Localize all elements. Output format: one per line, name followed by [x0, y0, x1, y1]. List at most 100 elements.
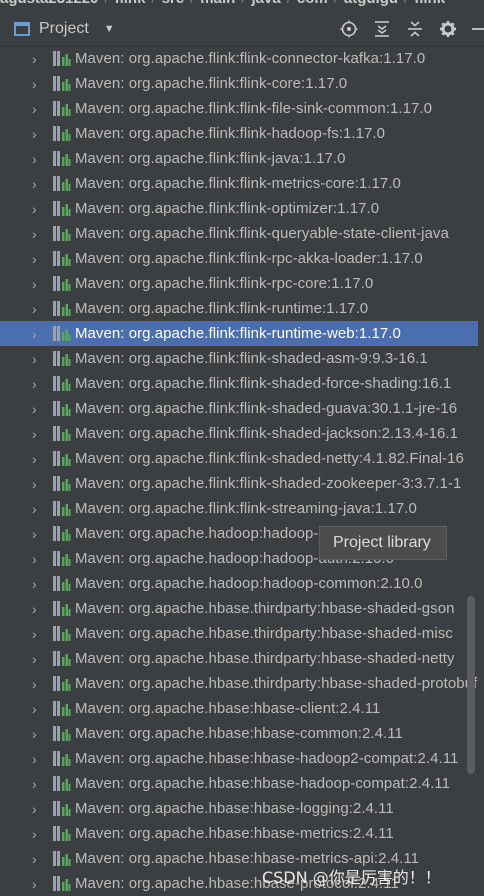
tree-item-label: Maven: org.apache.flink:flink-queryable-…: [75, 225, 449, 242]
tree-item[interactable]: › Maven: org.apache.hbase:hbase-hadoop-co…: [0, 771, 478, 796]
library-icon: [52, 425, 71, 442]
chevron-right-icon[interactable]: ›: [32, 776, 40, 792]
breadcrumb-segment[interactable]: agusta231220: [0, 0, 98, 6]
library-icon: [52, 75, 71, 92]
breadcrumb-separator: /: [190, 0, 194, 6]
chevron-right-icon[interactable]: ›: [32, 351, 40, 367]
tree-item[interactable]: › Maven: org.apache.hbase:hbase-logging:2…: [0, 796, 478, 821]
chevron-right-icon[interactable]: ›: [32, 126, 40, 142]
library-icon: [52, 500, 71, 517]
chevron-right-icon[interactable]: ›: [32, 401, 40, 417]
breadcrumb-segment[interactable]: com: [297, 0, 328, 6]
chevron-right-icon[interactable]: ›: [32, 476, 40, 492]
tree-item[interactable]: › Maven: org.apache.hadoop:hadoop-common:…: [0, 571, 478, 596]
tree-item[interactable]: › Maven: org.apache.flink:flink-streaming…: [0, 496, 478, 521]
library-icon: [52, 875, 71, 892]
tree-item[interactable]: › Maven: org.apache.hbase.thirdparty:hbas…: [0, 671, 478, 696]
chevron-down-icon[interactable]: ▼: [104, 23, 115, 35]
chevron-right-icon[interactable]: ›: [32, 176, 40, 192]
chevron-right-icon[interactable]: ›: [32, 626, 40, 642]
chevron-right-icon[interactable]: ›: [32, 826, 40, 842]
library-icon: [52, 575, 71, 592]
tree-item[interactable]: › Maven: org.apache.flink:flink-rpc-akka-…: [0, 246, 478, 271]
expand-all-icon[interactable]: [371, 18, 393, 40]
tree-item-label: Maven: org.apache.hbase.thirdparty:hbase…: [75, 650, 455, 667]
chevron-right-icon[interactable]: ›: [32, 251, 40, 267]
chevron-right-icon[interactable]: ›: [32, 276, 40, 292]
breadcrumb-segment[interactable]: flink: [115, 0, 146, 6]
library-icon: [52, 400, 71, 417]
collapse-all-icon[interactable]: [404, 18, 426, 40]
tree-item[interactable]: › Maven: org.apache.hbase.thirdparty:hbas…: [0, 646, 478, 671]
library-icon: [52, 675, 71, 692]
tree-item[interactable]: › Maven: org.apache.flink:flink-runtime:1…: [0, 296, 478, 321]
chevron-right-icon[interactable]: ›: [32, 426, 40, 442]
chevron-right-icon[interactable]: ›: [32, 851, 40, 867]
breadcrumb-separator: /: [404, 0, 408, 6]
chevron-right-icon[interactable]: ›: [32, 501, 40, 517]
gear-icon[interactable]: [437, 18, 459, 40]
breadcrumb-segment[interactable]: java: [251, 0, 280, 6]
tree-item[interactable]: › Maven: org.apache.flink:flink-shaded-as…: [0, 346, 478, 371]
tree-item[interactable]: › Maven: org.apache.flink:flink-hadoop-fs…: [0, 121, 478, 146]
breadcrumb-segment[interactable]: src: [162, 0, 185, 6]
tree-item[interactable]: › Maven: org.apache.flink:flink-queryable…: [0, 221, 478, 246]
chevron-right-icon[interactable]: ›: [32, 576, 40, 592]
chevron-right-icon[interactable]: ›: [32, 76, 40, 92]
chevron-right-icon[interactable]: ›: [32, 201, 40, 217]
breadcrumb-segment[interactable]: flink: [414, 0, 445, 6]
chevron-right-icon[interactable]: ›: [32, 376, 40, 392]
tree-item[interactable]: › Maven: org.apache.hbase.thirdparty:hbas…: [0, 596, 478, 621]
chevron-right-icon[interactable]: ›: [32, 526, 40, 542]
breadcrumb-segment[interactable]: main: [200, 0, 235, 6]
tree-item[interactable]: › Maven: org.apache.flink:flink-optimizer…: [0, 196, 478, 221]
chevron-right-icon[interactable]: ›: [32, 751, 40, 767]
chevron-right-icon[interactable]: ›: [32, 701, 40, 717]
chevron-right-icon[interactable]: ›: [32, 601, 40, 617]
chevron-right-icon[interactable]: ›: [32, 651, 40, 667]
tree-item[interactable]: › Maven: org.apache.hbase.thirdparty:hbas…: [0, 621, 478, 646]
library-icon: [52, 800, 71, 817]
chevron-right-icon[interactable]: ›: [32, 326, 40, 342]
chevron-right-icon[interactable]: ›: [32, 801, 40, 817]
tree-item[interactable]: › Maven: org.apache.flink:flink-shaded-ne…: [0, 446, 478, 471]
breadcrumb: agusta231220 / flink / src / main / java / com / atg…: [0, 0, 484, 6]
tree-item-label: Maven: org.apache.hbase.thirdparty:hbase…: [75, 600, 455, 617]
tree-item[interactable]: › Maven: org.apache.flink:flink-core:1.17…: [0, 71, 478, 96]
hide-icon[interactable]: [470, 18, 484, 40]
tree-item[interactable]: › Maven: org.apache.hbase:hbase-metrics:2…: [0, 821, 478, 846]
tree-item[interactable]: › Maven: org.apache.flink:flink-shaded-gu…: [0, 396, 478, 421]
tree-item-label: Maven: org.apache.flink:flink-connector-…: [75, 50, 426, 67]
tree-item[interactable]: › Maven: org.apache.flink:flink-shaded-ja…: [0, 421, 478, 446]
locate-icon[interactable]: [338, 18, 360, 40]
chevron-right-icon[interactable]: ›: [32, 151, 40, 167]
tree-item[interactable]: › Maven: org.apache.hbase:hbase-client:2.…: [0, 696, 478, 721]
breadcrumb-segment[interactable]: atguigu: [344, 0, 398, 6]
project-view-title[interactable]: Project: [39, 20, 89, 38]
vertical-scrollbar[interactable]: [467, 596, 475, 774]
tree-item[interactable]: › Maven: org.apache.flink:flink-runtime-w…: [0, 321, 478, 346]
tree-item[interactable]: › Maven: org.apache.hbase:hbase-common:2.…: [0, 721, 478, 746]
chevron-right-icon[interactable]: ›: [32, 451, 40, 467]
chevron-right-icon[interactable]: ›: [32, 726, 40, 742]
tree-item[interactable]: › Maven: org.apache.flink:flink-shaded-zo…: [0, 471, 478, 496]
chevron-right-icon[interactable]: ›: [32, 226, 40, 242]
chevron-right-icon[interactable]: ›: [32, 676, 40, 692]
tree-item[interactable]: › Maven: org.apache.flink:flink-metrics-c…: [0, 171, 478, 196]
chevron-right-icon[interactable]: ›: [32, 101, 40, 117]
tree-item[interactable]: › Maven: org.apache.flink:flink-java:1.17…: [0, 146, 478, 171]
tree-item-label: Maven: org.apache.flink:flink-rpc-akka-l…: [75, 250, 423, 267]
library-icon: [52, 125, 71, 142]
chevron-right-icon[interactable]: ›: [32, 876, 40, 892]
tree-item[interactable]: › Maven: org.apache.hbase:hbase-hadoop2-c…: [0, 746, 478, 771]
tree-item[interactable]: › Maven: org.apache.flink:flink-file-sink…: [0, 96, 478, 121]
library-icon: [52, 350, 71, 367]
tree-item[interactable]: › Maven: org.apache.flink:flink-shaded-fo…: [0, 371, 478, 396]
library-icon: [52, 550, 71, 567]
tree-item-label: Maven: org.apache.flink:flink-hadoop-fs:…: [75, 125, 385, 142]
chevron-right-icon[interactable]: ›: [32, 551, 40, 567]
tree-item[interactable]: › Maven: org.apache.flink:flink-connector…: [0, 46, 478, 71]
tree-item[interactable]: › Maven: org.apache.flink:flink-rpc-core:…: [0, 271, 478, 296]
chevron-right-icon[interactable]: ›: [32, 301, 40, 317]
chevron-right-icon[interactable]: ›: [32, 51, 40, 67]
